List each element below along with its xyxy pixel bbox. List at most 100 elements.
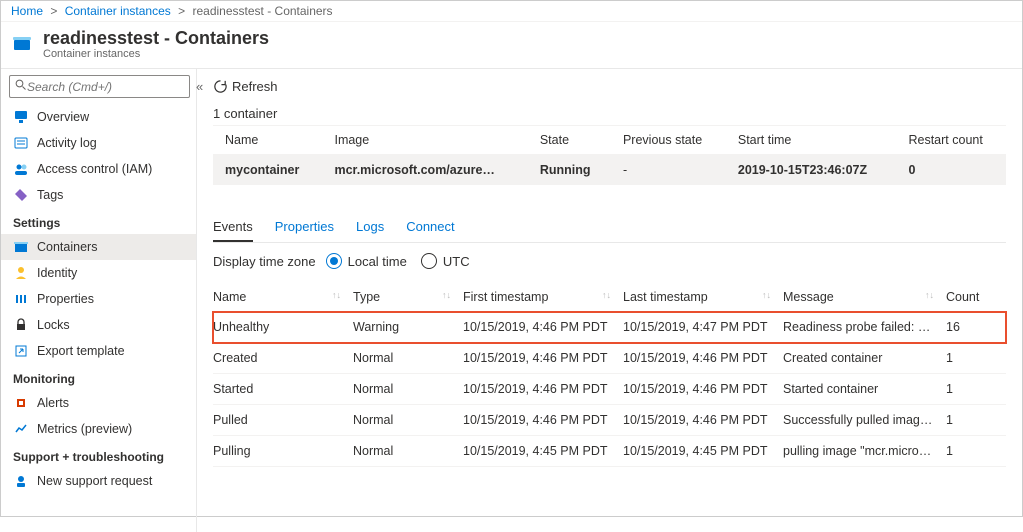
sidebar-item-label: Activity log bbox=[37, 136, 97, 150]
event-last: 10/15/2019, 4:46 PM PDT bbox=[623, 343, 783, 374]
tab-properties[interactable]: Properties bbox=[275, 213, 334, 242]
identity-icon bbox=[13, 265, 29, 281]
col-name[interactable]: Name bbox=[213, 126, 322, 155]
col-restart[interactable]: Restart count bbox=[896, 126, 1006, 155]
event-first: 10/15/2019, 4:46 PM PDT bbox=[463, 343, 623, 374]
event-message: pulling image "mcr.micros… bbox=[783, 436, 946, 467]
search-box[interactable] bbox=[9, 75, 190, 98]
sidebar-item-label: Containers bbox=[37, 240, 97, 254]
metrics-icon bbox=[13, 421, 29, 437]
event-name: Pulled bbox=[213, 405, 353, 436]
ecol-name[interactable]: Name↑↓ bbox=[213, 283, 353, 312]
sidebar: « OverviewActivity logAccess control (IA… bbox=[1, 69, 197, 532]
sidebar-item-label: Alerts bbox=[37, 396, 69, 410]
sidebar-section: Support + troubleshooting bbox=[1, 442, 196, 468]
sidebar-item-label: Access control (IAM) bbox=[37, 162, 152, 176]
timezone-label: Display time zone bbox=[213, 254, 316, 269]
overview-icon bbox=[13, 109, 29, 125]
properties-icon bbox=[13, 291, 29, 307]
container-row[interactable]: mycontainer mcr.microsoft.com/azure… Run… bbox=[213, 155, 1006, 186]
event-row[interactable]: UnhealthyWarning10/15/2019, 4:46 PM PDT1… bbox=[213, 312, 1006, 343]
sidebar-item-export-template[interactable]: Export template bbox=[1, 338, 196, 364]
ecol-message[interactable]: Message↑↓ bbox=[783, 283, 946, 312]
tab-events[interactable]: Events bbox=[213, 213, 253, 242]
breadcrumb-current: readinesstest - Containers bbox=[192, 4, 332, 18]
sidebar-item-locks[interactable]: Locks bbox=[1, 312, 196, 338]
sidebar-item-alerts[interactable]: Alerts bbox=[1, 390, 196, 416]
sidebar-item-label: Metrics (preview) bbox=[37, 422, 132, 436]
event-count: 1 bbox=[946, 374, 1006, 405]
col-previous[interactable]: Previous state bbox=[611, 126, 726, 155]
page-header: readinesstest - Containers Container ins… bbox=[1, 22, 1022, 69]
breadcrumb-parent[interactable]: Container instances bbox=[65, 4, 171, 18]
sidebar-item-access-control-iam-[interactable]: Access control (IAM) bbox=[1, 156, 196, 182]
containers-icon bbox=[13, 239, 29, 255]
event-last: 10/15/2019, 4:46 PM PDT bbox=[623, 405, 783, 436]
event-message: Started container bbox=[783, 374, 946, 405]
sidebar-item-metrics-preview-[interactable]: Metrics (preview) bbox=[1, 416, 196, 442]
cell-start: 2019-10-15T23:46:07Z bbox=[726, 155, 897, 186]
event-message: Readiness probe failed: cat… bbox=[783, 312, 946, 343]
iam-icon bbox=[13, 161, 29, 177]
sidebar-item-tags[interactable]: Tags bbox=[1, 182, 196, 208]
sidebar-item-label: Export template bbox=[37, 344, 125, 358]
tab-logs[interactable]: Logs bbox=[356, 213, 384, 242]
cell-name: mycontainer bbox=[213, 155, 322, 186]
sidebar-item-identity[interactable]: Identity bbox=[1, 260, 196, 286]
event-type: Warning bbox=[353, 312, 463, 343]
event-count: 1 bbox=[946, 436, 1006, 467]
ecol-type[interactable]: Type↑↓ bbox=[353, 283, 463, 312]
col-state[interactable]: State bbox=[528, 126, 611, 155]
cell-state: Running bbox=[528, 155, 611, 186]
events-table: Name↑↓ Type↑↓ First timestamp↑↓ Last tim… bbox=[213, 283, 1006, 467]
cell-previous: - bbox=[611, 155, 726, 186]
radio-icon bbox=[421, 253, 437, 269]
event-name: Started bbox=[213, 374, 353, 405]
sidebar-section: Settings bbox=[1, 208, 196, 234]
sidebar-item-new-support-request[interactable]: New support request bbox=[1, 468, 196, 494]
radio-utc[interactable]: UTC bbox=[421, 253, 470, 269]
radio-local-time[interactable]: Local time bbox=[326, 253, 407, 269]
detail-tabs: Events Properties Logs Connect bbox=[213, 213, 1006, 243]
event-row[interactable]: CreatedNormal10/15/2019, 4:46 PM PDT10/1… bbox=[213, 343, 1006, 374]
event-row[interactable]: PullingNormal10/15/2019, 4:45 PM PDT10/1… bbox=[213, 436, 1006, 467]
event-row[interactable]: PulledNormal10/15/2019, 4:46 PM PDT10/15… bbox=[213, 405, 1006, 436]
event-type: Normal bbox=[353, 374, 463, 405]
activity-icon bbox=[13, 135, 29, 151]
page-title: readinesstest - Containers bbox=[43, 28, 269, 49]
tab-connect[interactable]: Connect bbox=[406, 213, 454, 242]
event-name: Unhealthy bbox=[213, 312, 353, 343]
main-content: Refresh 1 container Name Image State Pre… bbox=[197, 69, 1022, 532]
event-first: 10/15/2019, 4:46 PM PDT bbox=[463, 405, 623, 436]
refresh-icon bbox=[213, 79, 228, 94]
sidebar-item-overview[interactable]: Overview bbox=[1, 104, 196, 130]
sort-icon: ↑↓ bbox=[442, 290, 451, 300]
col-start[interactable]: Start time bbox=[726, 126, 897, 155]
search-input[interactable] bbox=[27, 80, 184, 94]
sidebar-item-activity-log[interactable]: Activity log bbox=[1, 130, 196, 156]
event-last: 10/15/2019, 4:46 PM PDT bbox=[623, 374, 783, 405]
ecol-last[interactable]: Last timestamp↑↓ bbox=[623, 283, 783, 312]
sidebar-item-properties[interactable]: Properties bbox=[1, 286, 196, 312]
event-count: 1 bbox=[946, 405, 1006, 436]
container-count: 1 container bbox=[213, 106, 1006, 121]
ecol-count[interactable]: Count bbox=[946, 283, 1006, 312]
event-type: Normal bbox=[353, 343, 463, 374]
sort-icon: ↑↓ bbox=[602, 290, 611, 300]
sort-icon: ↑↓ bbox=[762, 290, 771, 300]
cell-restart: 0 bbox=[896, 155, 1006, 186]
sidebar-item-label: Tags bbox=[37, 188, 63, 202]
sidebar-item-containers[interactable]: Containers bbox=[1, 234, 196, 260]
event-row[interactable]: StartedNormal10/15/2019, 4:46 PM PDT10/1… bbox=[213, 374, 1006, 405]
search-icon bbox=[15, 79, 27, 94]
event-name: Pulling bbox=[213, 436, 353, 467]
event-first: 10/15/2019, 4:46 PM PDT bbox=[463, 312, 623, 343]
breadcrumb-home[interactable]: Home bbox=[11, 4, 43, 18]
col-image[interactable]: Image bbox=[322, 126, 527, 155]
sort-icon: ↑↓ bbox=[332, 290, 341, 300]
support-icon bbox=[13, 473, 29, 489]
refresh-button[interactable]: Refresh bbox=[213, 79, 278, 94]
ecol-first[interactable]: First timestamp↑↓ bbox=[463, 283, 623, 312]
tags-icon bbox=[13, 187, 29, 203]
event-type: Normal bbox=[353, 405, 463, 436]
